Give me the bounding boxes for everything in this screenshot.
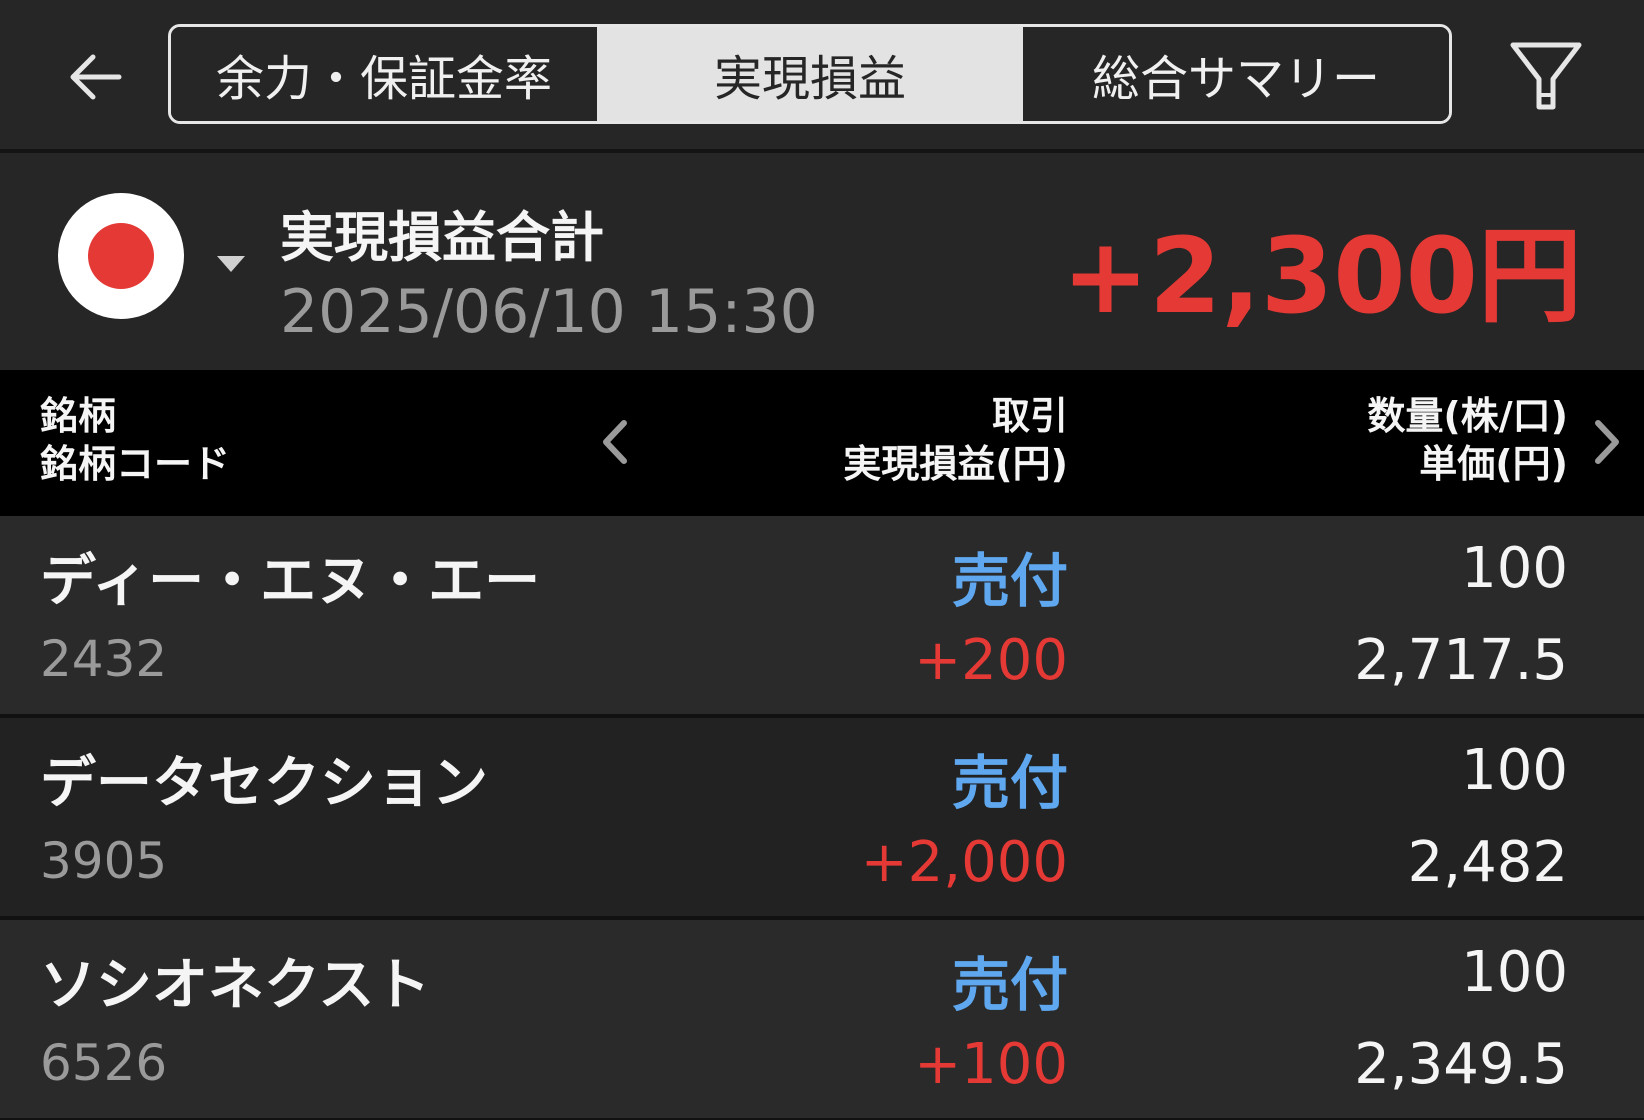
stock-code: 2432 — [40, 630, 168, 688]
realized-pnl: +2,000 — [860, 830, 1068, 895]
chevron-left-icon — [603, 420, 627, 464]
trade-type: 売付 — [951, 547, 1068, 615]
chevron-right-icon — [1595, 420, 1619, 464]
market-select-caret[interactable] — [214, 247, 248, 281]
arrow-left-icon — [70, 54, 122, 100]
filter-icon — [1510, 42, 1582, 110]
top-header: 余力・保証金率 実現損益 総合サマリー — [0, 0, 1644, 153]
app: 余力・保証金率 実現損益 総合サマリー 実現損益合計 2025/06/10 15… — [0, 0, 1644, 1120]
summary-total-pnl: +2,300円 — [1061, 215, 1582, 337]
trade-type: 売付 — [951, 951, 1068, 1019]
column-header-trade: 取引 実現損益(円) — [843, 392, 1068, 488]
column-trade-label: 取引 — [991, 394, 1068, 438]
unit-price: 2,717.5 — [1354, 628, 1568, 693]
pnl-list: ディー・エヌ・エー 2432 売付 +200 100 2,717.5 データセク… — [0, 516, 1644, 1120]
stock-name: データセクション — [40, 751, 488, 816]
flag-sun — [88, 223, 154, 289]
tab-bar: 余力・保証金率 実現損益 総合サマリー — [168, 24, 1452, 124]
tab-overall-summary[interactable]: 総合サマリー — [1023, 27, 1449, 121]
column-header-stock: 銘柄 銘柄コード — [40, 392, 230, 488]
column-stock-name-label: 銘柄 — [40, 394, 117, 438]
filter-button[interactable] — [1504, 34, 1588, 118]
quantity: 100 — [1461, 536, 1568, 601]
table-row[interactable]: ソシオネクスト 6526 売付 +100 100 2,349.5 — [0, 920, 1644, 1120]
stock-code: 3905 — [40, 832, 168, 890]
quantity: 100 — [1461, 738, 1568, 803]
realized-pnl: +100 — [914, 1032, 1068, 1097]
summary-datetime: 2025/06/10 15:30 — [280, 277, 818, 347]
stock-code: 6526 — [40, 1034, 168, 1092]
quantity: 100 — [1461, 940, 1568, 1005]
tab-margin-rate[interactable]: 余力・保証金率 — [171, 27, 597, 121]
unit-price: 2,482 — [1407, 830, 1568, 895]
column-unit-price-label: 単価(円) — [1419, 442, 1568, 486]
stock-name: ディー・エヌ・エー — [40, 549, 541, 614]
column-header: 銘柄 銘柄コード 取引 実現損益(円) 数量(株/口) 単価(円) — [0, 370, 1644, 516]
trade-type: 売付 — [951, 749, 1068, 817]
column-stock-code-label: 銘柄コード — [40, 442, 231, 486]
summary-section: 実現損益合計 2025/06/10 15:30 +2,300円 — [0, 157, 1644, 370]
unit-price: 2,349.5 — [1354, 1032, 1568, 1097]
column-quantity-label: 数量(株/口) — [1367, 394, 1568, 438]
column-next-button[interactable] — [1588, 414, 1628, 470]
table-row[interactable]: ディー・エヌ・エー 2432 売付 +200 100 2,717.5 — [0, 516, 1644, 718]
summary-title: 実現損益合計 — [280, 206, 604, 269]
column-header-quantity: 数量(株/口) 単価(円) — [1367, 392, 1568, 488]
stock-name: ソシオネクスト — [40, 953, 431, 1018]
back-button[interactable] — [50, 40, 140, 114]
tab-realized-pnl[interactable]: 実現損益 — [597, 27, 1023, 121]
table-row[interactable]: データセクション 3905 売付 +2,000 100 2,482 — [0, 718, 1644, 920]
caret-down-icon — [217, 256, 245, 272]
column-realized-pnl-label: 実現損益(円) — [843, 442, 1068, 486]
japan-flag-icon[interactable] — [58, 193, 184, 319]
column-prev-button[interactable] — [594, 414, 634, 470]
realized-pnl: +200 — [914, 628, 1068, 693]
